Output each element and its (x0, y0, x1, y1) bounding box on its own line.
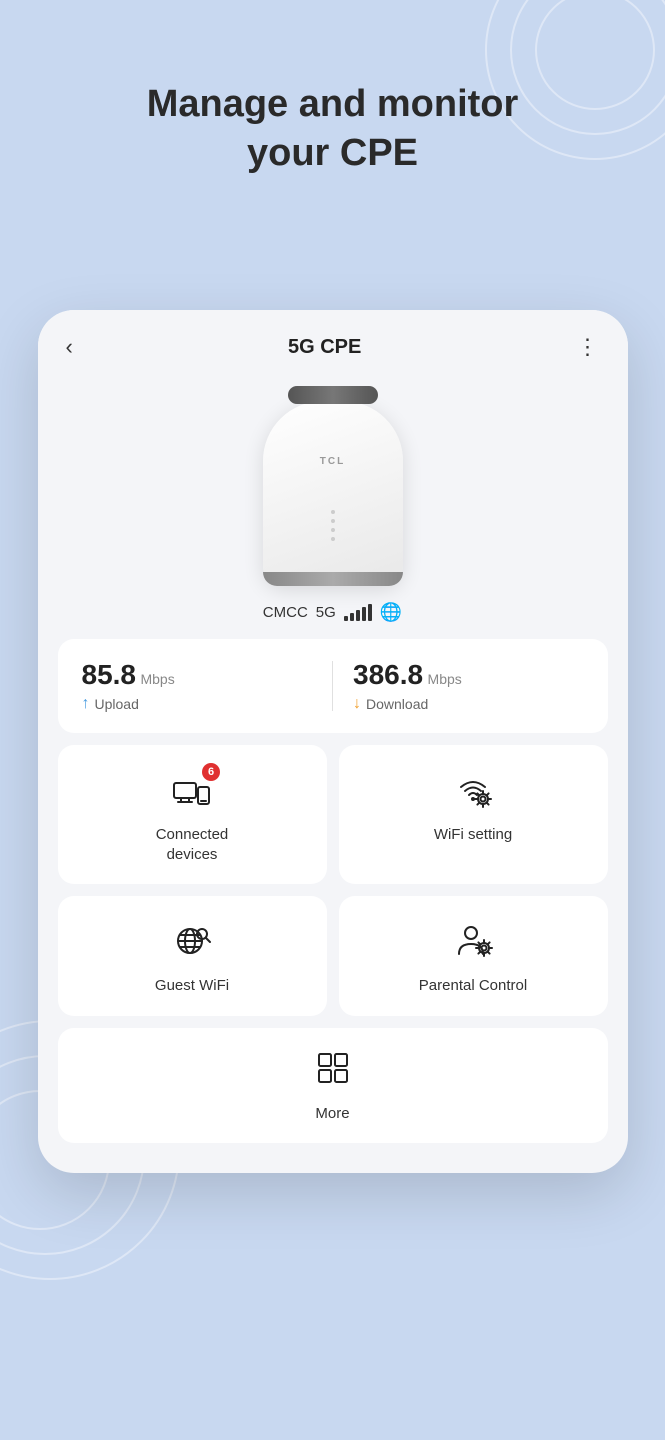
upload-section: 85.8 Mbps ↑ Upload (82, 659, 313, 713)
cpe-indicator-dots (331, 510, 335, 541)
parental-control-card[interactable]: Parental Control (339, 896, 608, 1016)
more-icon (313, 1048, 353, 1094)
wifi-setting-icon (453, 769, 493, 815)
download-value: 386.8 Mbps (353, 659, 584, 691)
guest-wifi-icon (172, 920, 212, 966)
cpe-device-image: TCL (248, 386, 418, 586)
page-title: 5G CPE (288, 336, 361, 359)
phone-frame: ‹ 5G CPE ⋮ TCL CMCC 5G (38, 310, 628, 1173)
parental-control-icon (453, 920, 493, 966)
globe-icon: 🌐 (380, 602, 402, 623)
cpe-top-ring (288, 386, 378, 404)
menu-button[interactable]: ⋮ (577, 334, 600, 360)
upload-value: 85.8 Mbps (82, 659, 313, 691)
speed-card: 85.8 Mbps ↑ Upload 386.8 Mbps ↓ Download (58, 639, 608, 733)
download-label: ↓ Download (353, 695, 584, 713)
download-arrow-icon: ↓ (353, 695, 361, 713)
phone-header: ‹ 5G CPE ⋮ (38, 310, 628, 376)
download-section: 386.8 Mbps ↓ Download (353, 659, 584, 713)
guest-wifi-label: Guest WiFi (155, 976, 229, 996)
connected-devices-icon: 6 (172, 769, 212, 815)
hero-title: Manage and monitor your CPE (0, 80, 665, 179)
cpe-brand-label: TCL (320, 456, 345, 467)
signal-icon (344, 604, 372, 621)
cpe-bottom-ring (263, 572, 403, 586)
parental-control-label: Parental Control (419, 976, 527, 996)
device-area: TCL CMCC 5G 🌐 (38, 376, 628, 639)
connected-devices-label: Connecteddevices (156, 825, 229, 864)
wifi-setting-card[interactable]: WiFi setting (339, 745, 608, 884)
upload-label: ↑ Upload (82, 695, 313, 713)
back-button[interactable]: ‹ (66, 334, 73, 360)
guest-wifi-card[interactable]: Guest WiFi (58, 896, 327, 1016)
cpe-body: TCL (263, 401, 403, 586)
more-card[interactable]: More (58, 1028, 608, 1144)
more-label: More (315, 1104, 349, 1124)
network-type: 5G (316, 604, 336, 621)
connected-devices-card[interactable]: 6 Connecteddevices (58, 745, 327, 884)
network-status-bar: CMCC 5G 🌐 (263, 594, 402, 639)
wifi-setting-label: WiFi setting (434, 825, 512, 845)
devices-badge: 6 (202, 763, 220, 781)
speed-divider (332, 661, 333, 711)
carrier-name: CMCC (263, 604, 308, 621)
feature-grid: 6 Connecteddevices (58, 745, 608, 1143)
upload-arrow-icon: ↑ (82, 695, 90, 713)
